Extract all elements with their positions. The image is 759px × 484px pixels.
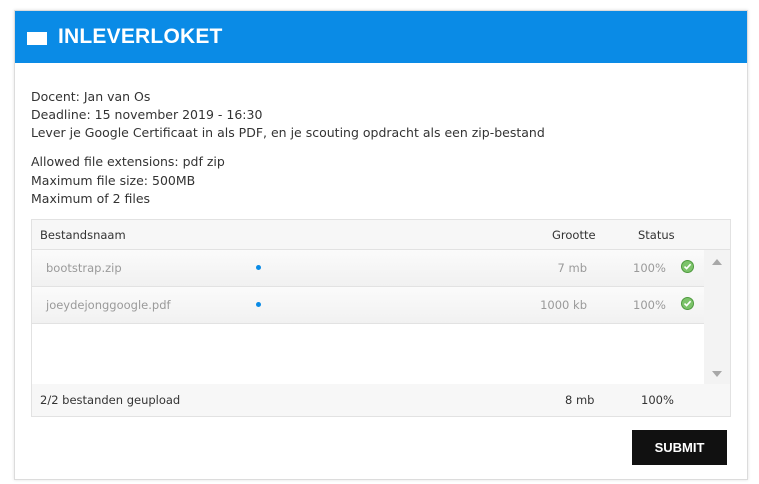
upload-panel: INLEVERLOKET Docent: Jan van Os Deadline… xyxy=(14,10,748,480)
file-status: 100% xyxy=(633,261,666,275)
progress-dot-icon xyxy=(256,302,261,307)
allowed-extensions-text: Allowed file extensions: pdf zip xyxy=(31,154,225,169)
envelope-icon xyxy=(27,31,47,45)
upload-summary: 2/2 bestanden geupload xyxy=(40,393,181,407)
total-status: 100% xyxy=(641,393,674,407)
file-size: 7 mb xyxy=(557,261,587,275)
column-header-name: Bestandsnaam xyxy=(40,228,126,242)
table-row[interactable]: joeydejonggoogle.pdf 1000 kb 100% xyxy=(32,287,705,324)
deadline-text: Deadline: 15 november 2019 - 16:30 xyxy=(31,107,263,122)
files-table: Bestandsnaam Grootte Status bootstrap.zi… xyxy=(31,219,731,417)
table-footer: 2/2 bestanden geupload 8 mb 100% xyxy=(32,384,730,416)
table-header: Bestandsnaam Grootte Status xyxy=(32,220,730,250)
upload-limits: Allowed file extensions: pdf zip Maximum… xyxy=(31,153,225,209)
file-status: 100% xyxy=(633,298,666,312)
table-row[interactable]: bootstrap.zip 7 mb 100% xyxy=(32,250,705,287)
scroll-down-icon[interactable] xyxy=(712,371,722,377)
assignment-info: Docent: Jan van Os Deadline: 15 november… xyxy=(31,88,545,142)
instruction-text: Lever je Google Certificaat in als PDF, … xyxy=(31,125,545,140)
column-header-size: Grootte xyxy=(552,228,596,242)
file-name: bootstrap.zip xyxy=(46,261,122,275)
teacher-text: Docent: Jan van Os xyxy=(31,89,151,104)
file-size: 1000 kb xyxy=(540,298,587,312)
total-size: 8 mb xyxy=(565,393,595,407)
page-title: INLEVERLOKET xyxy=(58,25,223,48)
progress-dot-icon xyxy=(256,265,261,270)
submit-button[interactable]: SUBMIT xyxy=(632,430,727,465)
check-circle-icon xyxy=(681,260,694,273)
panel-header: INLEVERLOKET xyxy=(15,11,747,63)
check-circle-icon xyxy=(681,297,694,310)
list-scrollbar[interactable] xyxy=(704,250,730,386)
file-name: joeydejonggoogle.pdf xyxy=(46,298,171,312)
file-list[interactable]: bootstrap.zip 7 mb 100% joeydejonggoogle… xyxy=(32,250,705,386)
scroll-up-icon[interactable] xyxy=(712,259,722,265)
max-files-text: Maximum of 2 files xyxy=(31,191,151,206)
max-file-size-text: Maximum file size: 500MB xyxy=(31,172,196,188)
column-header-status: Status xyxy=(638,228,675,242)
